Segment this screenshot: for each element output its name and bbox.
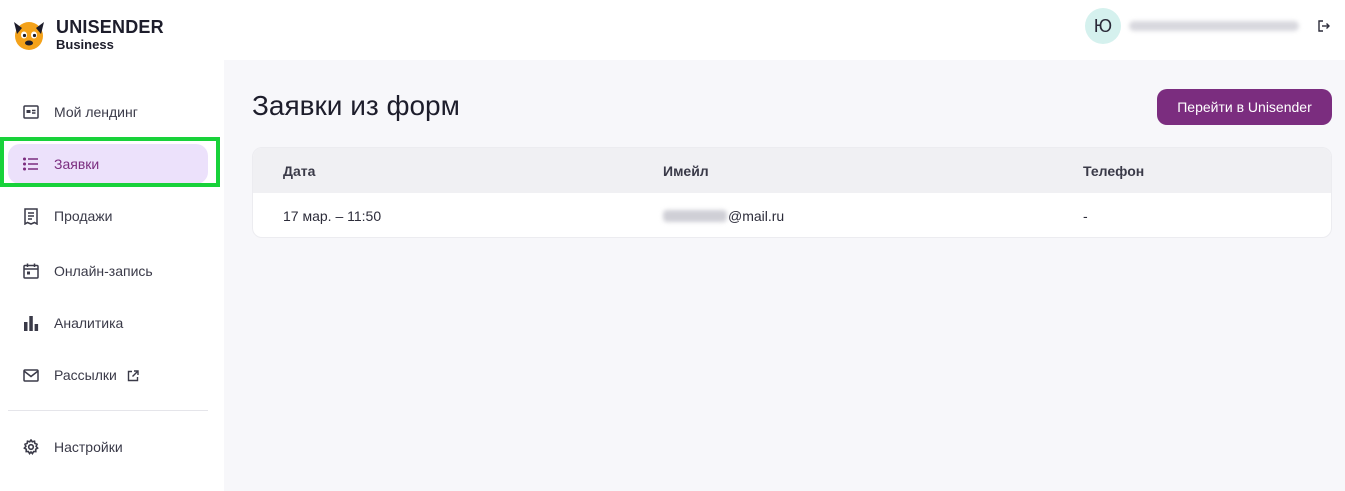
avatar[interactable]: Ю [1085, 8, 1121, 44]
go-to-unisender-button[interactable]: Перейти в Unisender [1157, 89, 1332, 125]
logout-icon[interactable] [1317, 19, 1331, 33]
page-title: Заявки из форм [252, 90, 460, 121]
sidebar-item-label: Аналитика [54, 315, 124, 331]
brand-subtitle: Business [56, 36, 114, 52]
external-link-icon [127, 369, 139, 382]
selection-highlight [0, 137, 220, 187]
dog-logo-icon [8, 14, 50, 54]
landing-icon [22, 103, 40, 121]
gear-icon [22, 438, 40, 456]
email-domain: @mail.ru [728, 207, 785, 224]
sidebar: Мой лендинг Заявки Продажи Онлайн-запись… [0, 60, 222, 491]
top-bar: UNISENDER Business Ю [0, 0, 1345, 60]
sidebar-item-label: Продажи [54, 208, 113, 224]
sidebar-item-landing[interactable]: Мой лендинг [8, 92, 208, 132]
sidebar-item-settings[interactable]: Настройки [8, 427, 208, 467]
user-email-redacted [1129, 21, 1299, 31]
sidebar-item-label: Мой лендинг [54, 104, 138, 120]
mail-icon [22, 366, 40, 384]
main-content: Заявки из форм Перейти в Unisender Дата … [224, 60, 1345, 491]
column-header-phone[interactable]: Телефон [1083, 163, 1144, 179]
sidebar-item-label: Настройки [54, 439, 123, 455]
sidebar-item-booking[interactable]: Онлайн-запись [8, 251, 208, 291]
cell-phone: - [1083, 207, 1088, 224]
table-row[interactable]: 17 мар. – 11:50 @mail.ru - [253, 193, 1331, 237]
email-redacted [663, 209, 727, 222]
table-header: Дата Имейл Телефон [253, 148, 1331, 193]
sidebar-divider [8, 410, 208, 411]
user-menu[interactable]: Ю [1085, 8, 1331, 44]
cell-email: @mail.ru [663, 208, 784, 224]
cell-date: 17 мар. – 11:50 [283, 207, 382, 224]
sidebar-item-label: Онлайн-запись [54, 263, 153, 279]
sidebar-item-analytics[interactable]: Аналитика [8, 303, 208, 343]
calendar-icon [22, 262, 40, 280]
sidebar-item-sales[interactable]: Продажи [8, 196, 208, 236]
brand-logo[interactable]: UNISENDER Business [8, 14, 164, 54]
sidebar-item-label: Рассылки [54, 367, 117, 383]
brand-title: UNISENDER [56, 16, 164, 37]
column-header-email[interactable]: Имейл [663, 163, 709, 179]
sidebar-item-mailings[interactable]: Рассылки [8, 355, 208, 395]
requests-table: Дата Имейл Телефон 17 мар. – 11:50 @mail… [252, 147, 1332, 238]
bar-chart-icon [22, 314, 40, 332]
receipt-icon [22, 207, 40, 225]
column-header-date[interactable]: Дата [283, 163, 315, 179]
